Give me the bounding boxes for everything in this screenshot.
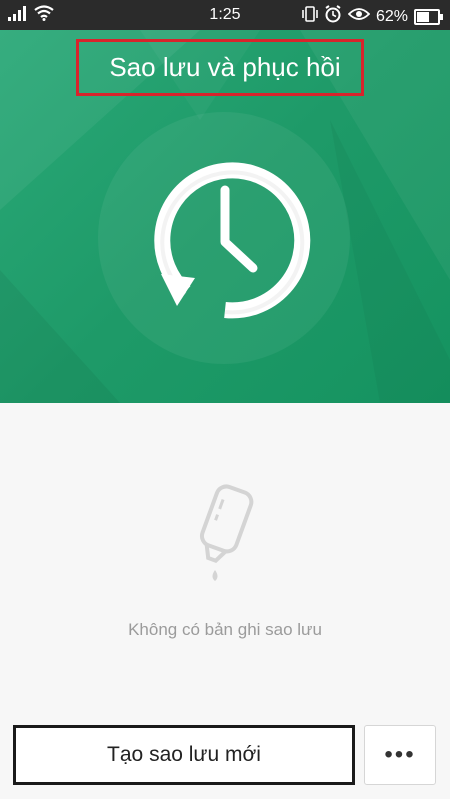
eye-icon (347, 7, 371, 26)
battery-icon (414, 8, 443, 25)
battery-percent: 62% (375, 7, 408, 25)
vibrate-icon (302, 5, 318, 28)
empty-state-message: Không có bản ghi sao lưu (128, 620, 322, 639)
backup-clock-icon (154, 162, 311, 319)
page-title: Sao lưu và phục hồi (109, 52, 341, 82)
hero-header: Sao lưu và phục hồi (0, 30, 450, 403)
alarm-icon (324, 5, 342, 28)
status-bar: 1:25 62% (0, 0, 450, 30)
empty-bottle-icon (199, 484, 254, 581)
battery-level (417, 11, 430, 22)
more-options-button[interactable]: ••• (364, 725, 436, 785)
create-backup-button[interactable]: Tạo sao lưu mới (13, 725, 355, 785)
